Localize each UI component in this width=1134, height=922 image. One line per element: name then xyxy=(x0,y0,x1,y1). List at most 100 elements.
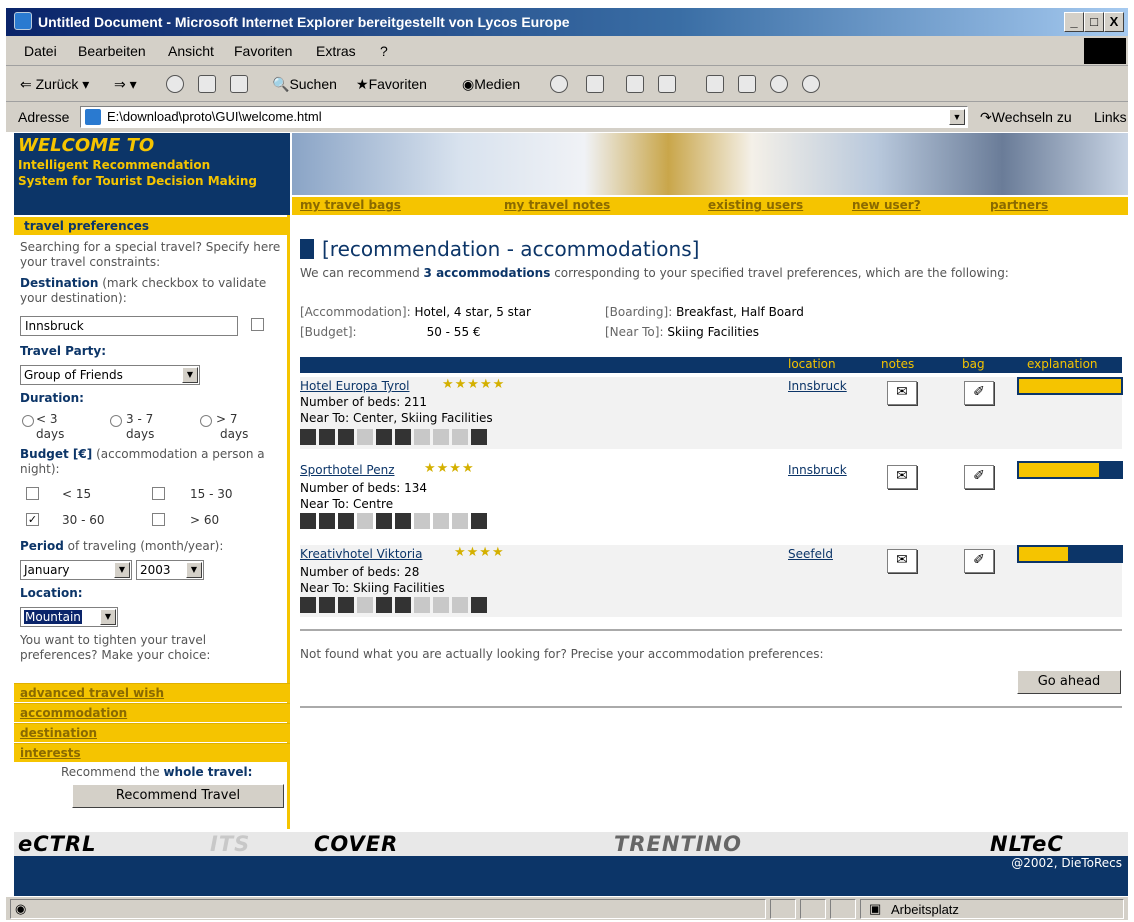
duration-radio-3to7[interactable] xyxy=(110,415,122,427)
hotel-name-link[interactable]: Hotel Europa Tyrol xyxy=(300,379,410,393)
back-button[interactable]: ⇐ Zurück ▾ xyxy=(20,76,89,93)
facility-garage-icon xyxy=(414,429,430,445)
nav-my-travel-bags[interactable]: my travel bags xyxy=(300,198,401,212)
add-to-bag-icon[interactable]: ✐ xyxy=(964,465,994,489)
facility-pets-icon xyxy=(452,429,468,445)
destination-validate-checkbox[interactable] xyxy=(251,318,264,331)
divider xyxy=(300,706,1122,708)
site-logo: WELCOME TO Intelligent Recommendation Sy… xyxy=(14,133,290,215)
hotel-location-link[interactable]: Innsbruck xyxy=(788,379,847,393)
budget-checkbox-30to60[interactable]: ✓ xyxy=(26,513,39,526)
nav-my-travel-notes[interactable]: my travel notes xyxy=(504,198,610,212)
ie-icon xyxy=(14,12,32,30)
hotel-name-link[interactable]: Sporthotel Penz xyxy=(300,463,395,477)
travel-party-select[interactable]: Group of Friends ▼ xyxy=(20,365,200,385)
nav-new-user[interactable]: new user? xyxy=(852,198,921,212)
edit-icon[interactable] xyxy=(658,75,676,93)
plugin-icon[interactable] xyxy=(770,75,788,93)
duration-radio-gt7[interactable] xyxy=(200,415,212,427)
facility-garage-icon xyxy=(414,513,430,529)
menu-bearbeiten[interactable]: Bearbeiten xyxy=(78,43,146,59)
partner-logos-strip: eCTRL ITS COVER TRENTINO NLTeC xyxy=(14,832,1128,856)
status-seg xyxy=(770,899,796,919)
home-icon[interactable] xyxy=(230,75,248,93)
month-select[interactable]: January ▼ xyxy=(20,560,132,580)
ie-page-icon: ◉ xyxy=(15,901,27,916)
notes-envelope-icon[interactable]: ✉ xyxy=(887,549,917,573)
notes-envelope-icon[interactable]: ✉ xyxy=(887,381,917,405)
budget-checkbox-gt60[interactable] xyxy=(152,513,165,526)
menu-favoriten[interactable]: Favoriten xyxy=(234,43,292,59)
budget-30to60-label: 30 - 60 xyxy=(62,513,105,527)
go-ahead-button[interactable]: Go ahead xyxy=(1017,670,1121,694)
menu-extras[interactable]: Extras xyxy=(316,43,356,59)
close-button[interactable]: X xyxy=(1104,12,1124,32)
explanation-bar[interactable] xyxy=(1017,377,1123,395)
link-destination[interactable]: destination xyxy=(14,723,290,742)
menu-help[interactable]: ? xyxy=(380,43,388,59)
notes-envelope-icon[interactable]: ✉ xyxy=(887,465,917,489)
link-advanced-travel-wish[interactable]: advanced travel wish xyxy=(14,683,290,702)
hotel-name-link[interactable]: Kreativhotel Viktoria xyxy=(300,547,423,561)
discuss-icon[interactable] xyxy=(706,75,724,93)
nav-existing-users[interactable]: existing users xyxy=(708,198,803,212)
header-banner-image xyxy=(292,133,1128,195)
forward-button[interactable]: ⇒ ▾ xyxy=(114,76,137,93)
col-location: location xyxy=(788,357,836,371)
title-marker-icon xyxy=(300,239,314,259)
favorites-button[interactable]: ★Favoriten xyxy=(356,76,427,93)
link-accommodation[interactable]: accommodation xyxy=(14,703,290,722)
duration-radio-lt3[interactable] xyxy=(22,415,34,427)
table-row: Kreativhotel Viktoria ★★★★ Number of bed… xyxy=(300,545,1123,617)
history-icon[interactable] xyxy=(550,75,568,93)
menu-bar: Datei Bearbeiten Ansicht Favoriten Extra… xyxy=(6,36,1128,66)
refresh-icon[interactable] xyxy=(198,75,216,93)
facility-icons xyxy=(300,429,490,447)
stop-icon[interactable] xyxy=(166,75,184,93)
link-interests[interactable]: interests xyxy=(14,743,290,762)
minimize-button[interactable]: _ xyxy=(1064,12,1084,32)
hotel-location-link[interactable]: Seefeld xyxy=(788,547,833,561)
facility-garage-icon xyxy=(414,597,430,613)
travel-party-label: Travel Party: xyxy=(20,344,106,358)
go-button[interactable]: ↷Wechseln zu xyxy=(980,109,1072,126)
logo-trentino: TRENTINO xyxy=(614,832,742,856)
chat-icon[interactable] xyxy=(802,75,820,93)
nav-partners[interactable]: partners xyxy=(990,198,1048,212)
recommend-travel-button[interactable]: Recommend Travel xyxy=(72,784,284,808)
budget-checkbox-lt15[interactable] xyxy=(26,487,39,500)
hotel-stars: ★★★★ xyxy=(454,545,505,560)
menu-ansicht[interactable]: Ansicht xyxy=(168,43,214,59)
facility-tv-icon xyxy=(319,597,335,613)
chevron-down-icon: ▼ xyxy=(186,562,202,578)
hotel-location-link[interactable]: Innsbruck xyxy=(788,463,847,477)
chevron-down-icon: ▼ xyxy=(100,609,116,625)
links-button[interactable]: Links xyxy=(1094,109,1127,125)
toolbar: ⇐ Zurück ▾ ⇒ ▾ 🔍Suchen ★Favoriten ◉Medie… xyxy=(6,66,1128,102)
facility-elevator-icon xyxy=(376,597,392,613)
address-input[interactable]: E:\download\proto\GUI\welcome.html ▼ xyxy=(80,106,968,128)
sidebar: WELCOME TO Intelligent Recommendation Sy… xyxy=(14,133,290,829)
search-button[interactable]: 🔍Suchen xyxy=(272,76,337,93)
year-select[interactable]: 2003 ▼ xyxy=(136,560,204,580)
mail-icon[interactable] xyxy=(586,75,604,93)
explanation-bar[interactable] xyxy=(1017,461,1123,479)
preferences-intro: Searching for a special travel? Specify … xyxy=(20,240,281,269)
print-icon[interactable] xyxy=(626,75,644,93)
menu-datei[interactable]: Datei xyxy=(24,43,57,59)
hotel-beds: Number of beds: 28 xyxy=(300,565,420,579)
messenger-icon[interactable] xyxy=(738,75,756,93)
add-to-bag-icon[interactable]: ✐ xyxy=(964,381,994,405)
divider xyxy=(300,629,1122,631)
welcome-subtitle-1: Intelligent Recommendation xyxy=(18,158,211,172)
budget-checkbox-15to30[interactable] xyxy=(152,487,165,500)
destination-input[interactable]: Innsbruck xyxy=(20,316,238,336)
address-dropdown-icon[interactable]: ▼ xyxy=(949,109,965,125)
maximize-button[interactable]: □ xyxy=(1084,12,1104,32)
explanation-bar[interactable] xyxy=(1017,545,1123,563)
window-titlebar[interactable]: Untitled Document - Microsoft Internet E… xyxy=(6,8,1128,36)
add-to-bag-icon[interactable]: ✐ xyxy=(964,549,994,573)
location-select[interactable]: Mountain ▼ xyxy=(20,607,118,627)
status-message: ◉ xyxy=(10,899,766,919)
media-button[interactable]: ◉Medien xyxy=(462,76,520,93)
